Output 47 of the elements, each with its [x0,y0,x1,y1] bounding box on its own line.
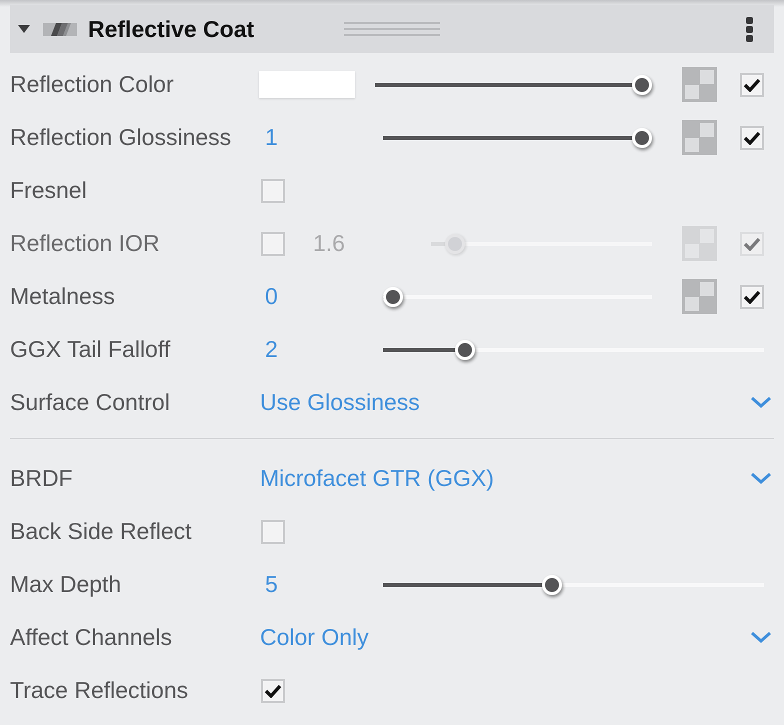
check-icon [743,78,761,92]
checkbox[interactable] [261,520,285,544]
checkbox[interactable] [740,126,764,150]
color-swatch[interactable] [259,71,355,98]
checkbox[interactable] [740,72,764,96]
chevron-down-icon [750,631,772,644]
slider-track[interactable] [383,572,764,596]
collapse-triangle-icon[interactable] [18,23,30,35]
slider-track[interactable] [383,284,652,308]
check-icon [743,130,761,144]
drag-handle-icon[interactable] [344,22,440,36]
property-label: Reflection Glossiness [10,124,232,151]
value-field[interactable]: 1 [260,124,383,151]
property-label: Fresnel [10,177,88,204]
property-label: Reflection Color [10,71,175,98]
property-label: BRDF [10,465,74,492]
checkerboard-icon[interactable] [682,279,717,314]
property-label: Back Side Reflect [10,518,193,545]
check-icon [264,684,282,698]
check-icon [743,236,761,250]
slider-track[interactable] [383,126,652,150]
dropdown[interactable]: Microfacet GTR (GGX) [260,465,772,492]
checkbox[interactable] [261,178,285,202]
property-label: Reflection IOR [10,230,161,257]
checkerboard-icon[interactable] [682,120,717,155]
checkbox[interactable] [740,284,764,308]
slider-track[interactable] [375,72,652,96]
property-label: Affect Channels [10,624,173,651]
checkerboard-icon[interactable] [682,67,717,102]
value-field[interactable]: 0 [260,283,383,310]
more-options-icon[interactable] [746,16,753,42]
material-swatch-icon [43,22,77,36]
chevron-down-icon [750,472,772,485]
property-label: GGX Tail Falloff [10,336,172,363]
property-label: Trace Reflections [10,677,190,704]
property-label: Max Depth [10,571,122,598]
chevron-down-icon [750,396,772,409]
slider-track[interactable] [383,338,764,362]
checkbox[interactable] [261,678,285,702]
value-field[interactable]: 2 [260,336,383,363]
section-title: Reflective Coat [88,16,254,42]
property-label: Metalness [10,283,116,310]
dropdown[interactable]: Color Only [260,624,772,651]
check-icon [743,290,761,304]
value-field[interactable]: 5 [260,571,383,598]
dropdown[interactable]: Use Glossiness [260,389,772,416]
property-label: Surface Control [10,389,171,416]
